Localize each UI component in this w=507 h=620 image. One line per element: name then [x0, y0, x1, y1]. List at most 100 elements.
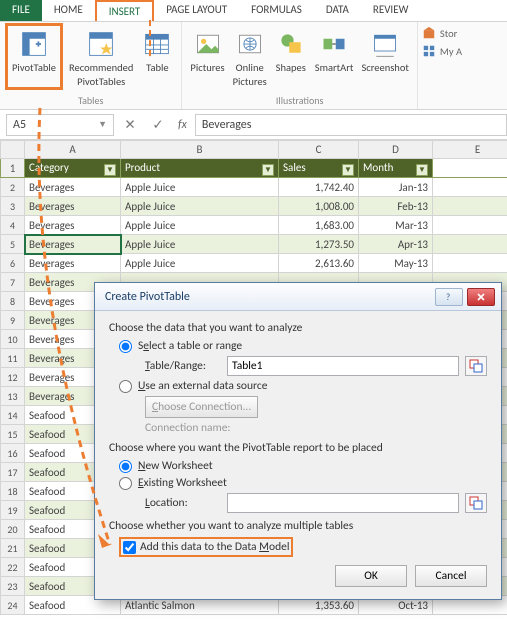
- smartart-button[interactable]: SmartArt: [313, 26, 356, 89]
- add-data-model-checkbox[interactable]: [123, 541, 136, 554]
- location-picker-button[interactable]: [465, 493, 487, 513]
- cell-product[interactable]: Apple Juice: [121, 178, 279, 197]
- tab-formulas[interactable]: FORMULAS: [239, 0, 314, 21]
- col-header[interactable]: D: [359, 141, 433, 159]
- cell-category[interactable]: Beverages: [25, 178, 121, 197]
- col-category[interactable]: Category▼: [25, 159, 121, 178]
- range-picker-button[interactable]: [465, 356, 487, 376]
- enter-formula-button[interactable]: ✓: [146, 114, 170, 136]
- formula-input[interactable]: Beverages: [195, 114, 507, 136]
- row-header[interactable]: 14: [1, 406, 25, 425]
- dialog-titlebar[interactable]: Create PivotTable ?: [95, 283, 501, 311]
- row-header[interactable]: 11: [1, 349, 25, 368]
- fx-icon[interactable]: fx: [174, 118, 191, 132]
- cell-empty[interactable]: [433, 254, 507, 273]
- online-pictures-button[interactable]: Online Pictures: [231, 26, 269, 89]
- help-button[interactable]: ?: [435, 288, 463, 306]
- col-sales[interactable]: Sales▼: [279, 159, 359, 178]
- myapps-button[interactable]: My A: [422, 44, 462, 58]
- cell-month[interactable]: May-13: [359, 254, 433, 273]
- ok-button[interactable]: OK: [335, 565, 407, 587]
- row-header[interactable]: 3: [1, 197, 25, 216]
- cell-product[interactable]: Apple Juice: [121, 235, 279, 254]
- row-header[interactable]: 16: [1, 444, 25, 463]
- cell-category[interactable]: Beverages: [25, 235, 121, 254]
- row-header[interactable]: 17: [1, 463, 25, 482]
- row-header[interactable]: 5: [1, 235, 25, 254]
- cell-category[interactable]: Beverages: [25, 216, 121, 235]
- external-data-radio[interactable]: [119, 380, 132, 393]
- name-box[interactable]: A5▼: [6, 114, 114, 136]
- table-button[interactable]: Table: [139, 26, 175, 89]
- table-range-input[interactable]: [227, 356, 459, 376]
- row-header[interactable]: 19: [1, 501, 25, 520]
- col-month[interactable]: Month▼: [359, 159, 433, 178]
- cell-empty[interactable]: [433, 216, 507, 235]
- row-header[interactable]: 2: [1, 178, 25, 197]
- cancel-button[interactable]: Cancel: [415, 565, 487, 587]
- pictures-button[interactable]: Pictures: [188, 26, 226, 89]
- shapes-button[interactable]: Shapes: [273, 26, 309, 89]
- store-button[interactable]: Stor: [422, 26, 462, 40]
- close-button[interactable]: [467, 288, 495, 306]
- tab-file[interactable]: FILE: [0, 0, 42, 21]
- row-header[interactable]: 20: [1, 520, 25, 539]
- cell-sales[interactable]: 2,613.60: [279, 254, 359, 273]
- col-header[interactable]: B: [121, 141, 279, 159]
- row-header[interactable]: 12: [1, 368, 25, 387]
- filter-dropdown-icon[interactable]: ▼: [342, 164, 354, 176]
- pivottable-button[interactable]: PivotTable: [10, 26, 58, 76]
- row-header[interactable]: 13: [1, 387, 25, 406]
- filter-dropdown-icon[interactable]: ▼: [104, 164, 116, 176]
- existing-worksheet-radio[interactable]: [119, 477, 132, 490]
- cell-category[interactable]: Beverages: [25, 254, 121, 273]
- tab-insert[interactable]: INSERT: [95, 0, 155, 21]
- cell-empty[interactable]: [433, 197, 507, 216]
- row-header[interactable]: 7: [1, 273, 25, 292]
- select-all-corner[interactable]: [1, 141, 25, 159]
- cell-month[interactable]: Mar-13: [359, 216, 433, 235]
- tab-data[interactable]: DATA: [314, 0, 361, 21]
- row-header[interactable]: 24: [1, 596, 25, 615]
- dialog-title: Create PivotTable: [105, 290, 190, 304]
- cell-sales[interactable]: 1,273.50: [279, 235, 359, 254]
- cell-month[interactable]: Apr-13: [359, 235, 433, 254]
- cell-product[interactable]: Apple Juice: [121, 197, 279, 216]
- recommended-pivottables-button[interactable]: Recommended PivotTables: [67, 26, 135, 89]
- cell-sales[interactable]: 1,008.00: [279, 197, 359, 216]
- tab-review[interactable]: REVIEW: [361, 0, 421, 21]
- row-header[interactable]: 23: [1, 577, 25, 596]
- filter-dropdown-icon[interactable]: ▼: [416, 164, 428, 176]
- col-product[interactable]: Product▼: [121, 159, 279, 178]
- row-header[interactable]: 4: [1, 216, 25, 235]
- col-header[interactable]: C: [279, 141, 359, 159]
- select-table-range-radio[interactable]: [119, 340, 132, 353]
- col-header[interactable]: E: [433, 141, 507, 159]
- filter-dropdown-icon[interactable]: ▼: [262, 164, 274, 176]
- new-worksheet-radio[interactable]: [119, 460, 132, 473]
- cell-product[interactable]: Apple Juice: [121, 216, 279, 235]
- tab-home[interactable]: HOME: [42, 0, 95, 21]
- col-header[interactable]: A: [25, 141, 121, 159]
- cancel-formula-button[interactable]: ✕: [118, 114, 142, 136]
- tab-pagelayout[interactable]: PAGE LAYOUT: [154, 0, 239, 21]
- cell-empty[interactable]: [433, 178, 507, 197]
- row-header[interactable]: 10: [1, 330, 25, 349]
- pictures-icon: [192, 28, 224, 60]
- row-header[interactable]: 22: [1, 558, 25, 577]
- screenshot-button[interactable]: Screenshot: [359, 26, 410, 89]
- cell-category[interactable]: Beverages: [25, 197, 121, 216]
- cell-month[interactable]: Feb-13: [359, 197, 433, 216]
- row-header[interactable]: 8: [1, 292, 25, 311]
- row-header[interactable]: 9: [1, 311, 25, 330]
- cell-sales[interactable]: 1,742.40: [279, 178, 359, 197]
- row-header[interactable]: 18: [1, 482, 25, 501]
- cell-month[interactable]: Jan-13: [359, 178, 433, 197]
- row-header[interactable]: 15: [1, 425, 25, 444]
- ribbon-group-apps: Stor My A: [418, 22, 466, 109]
- cell-empty[interactable]: [433, 235, 507, 254]
- cell-sales[interactable]: 1,683.00: [279, 216, 359, 235]
- cell-product[interactable]: Apple Juice: [121, 254, 279, 273]
- row-header[interactable]: 21: [1, 539, 25, 558]
- row-header[interactable]: 6: [1, 254, 25, 273]
